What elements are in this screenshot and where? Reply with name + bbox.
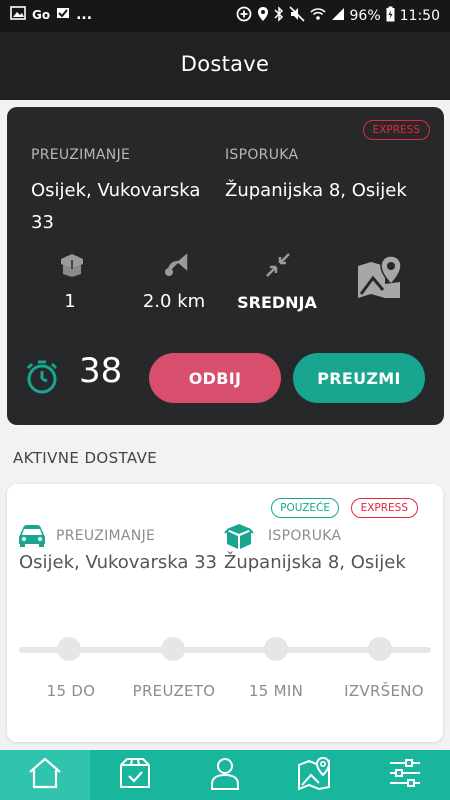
timer-value: 38 xyxy=(79,351,123,391)
status-bar: Go ... 96% 11:50 xyxy=(0,0,450,32)
image-icon xyxy=(10,6,26,24)
map-icon xyxy=(297,755,333,795)
bottom-navigation xyxy=(0,750,450,800)
progress-step-dot xyxy=(57,637,81,661)
cod-badge: POUZEĆE xyxy=(271,498,339,518)
progress-step-dot xyxy=(368,637,392,661)
box-check-icon xyxy=(117,755,153,795)
nav-home[interactable] xyxy=(0,750,90,800)
car-icon xyxy=(18,524,46,548)
mute-icon xyxy=(288,6,305,26)
nav-deliveries[interactable] xyxy=(90,750,180,800)
package-icon xyxy=(57,250,87,280)
app-bar: Dostave xyxy=(0,32,450,100)
dropoff-address: Županijska 8, Osijek xyxy=(225,180,407,201)
express-badge: EXPRESS xyxy=(350,498,418,518)
battery-percent: 96% xyxy=(349,8,381,24)
more-notifications: ... xyxy=(76,7,93,23)
nav-map[interactable] xyxy=(270,750,360,800)
page-title: Dostave xyxy=(180,52,270,76)
clock: 11:50 xyxy=(399,8,440,24)
package-size-value: SREDNJA xyxy=(237,293,317,312)
location-icon xyxy=(257,6,269,26)
battery-charging-icon xyxy=(386,6,395,26)
pickup-address: Osijek, Vukovarska 33 xyxy=(19,552,218,573)
stopwatch-icon xyxy=(24,359,60,395)
reject-button[interactable]: ODBIJ xyxy=(149,353,281,403)
pickup-address: Osijek, Vukovarska 33 xyxy=(31,180,201,233)
progress-step-dot xyxy=(264,637,288,661)
size-compress-icon xyxy=(263,250,293,280)
dropoff-label: ISPORUKA xyxy=(225,147,299,163)
progress-step-label: 15 DO xyxy=(46,682,96,700)
section-title-active-deliveries: AKTIVNE DOSTAVE xyxy=(13,449,158,467)
dropoff-address: Županijska 8, Osijek xyxy=(224,552,406,573)
user-icon xyxy=(207,755,243,795)
progress-step-label: IZVRŠENO xyxy=(344,682,424,700)
express-badge: EXPRESS xyxy=(362,120,430,140)
pickup-label: PREUZIMANJE xyxy=(56,528,156,544)
active-delivery-card[interactable]: POUZEĆE EXPRESS PREUZIMANJE ISPORUKA Osi… xyxy=(7,484,443,742)
nav-settings[interactable] xyxy=(360,750,450,800)
signal-icon xyxy=(331,7,345,25)
progress-step-dot xyxy=(161,637,185,661)
wifi-icon xyxy=(309,7,326,25)
progress-step-label: 15 MIN xyxy=(248,682,304,700)
package-count: 1 xyxy=(64,291,76,312)
data-saver-icon xyxy=(236,6,252,26)
pickup-label: PREUZIMANJE xyxy=(31,147,131,163)
nav-profile[interactable] xyxy=(180,750,270,800)
bluetooth-icon xyxy=(273,6,284,26)
check-app-icon xyxy=(56,6,70,24)
map-location-icon[interactable] xyxy=(355,254,403,302)
distance-value: 2.0 km xyxy=(142,291,206,312)
home-icon xyxy=(27,755,63,795)
route-icon xyxy=(162,250,192,280)
dropoff-label: ISPORUKA xyxy=(268,528,342,544)
sliders-icon xyxy=(387,755,423,795)
progress-step-label: PREUZETO xyxy=(132,682,216,700)
delivery-offer-card[interactable]: EXPRESS PREUZIMANJE ISPORUKA Osijek, Vuk… xyxy=(7,107,444,425)
go-icon: Go xyxy=(32,8,51,22)
accept-button[interactable]: PREUZMI xyxy=(293,353,425,403)
